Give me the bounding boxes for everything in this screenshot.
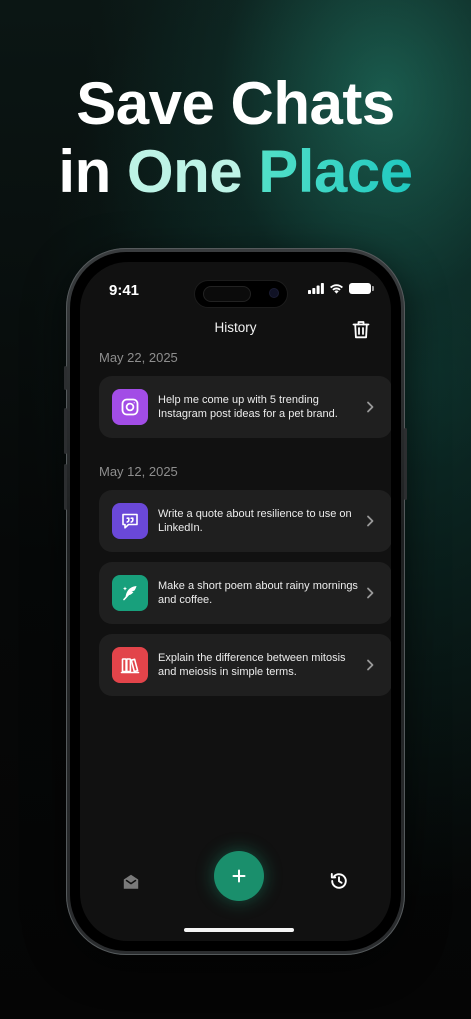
marketing-headline: Save Chats in One Place: [0, 70, 471, 206]
phone-power-button: [404, 428, 407, 500]
chevron-right-icon: [367, 401, 374, 413]
delete-history-button[interactable]: [350, 318, 372, 340]
date-group-label: May 12, 2025: [99, 464, 178, 479]
phone-volume-up: [64, 408, 67, 454]
history-icon: [330, 873, 347, 889]
phone-bezel: 9:41 History May 22, 2025 Help me come u…: [70, 252, 401, 951]
headline-word-one: One: [126, 138, 243, 205]
chat-item-text: Write a quote about resilience to use on…: [158, 508, 352, 534]
phone-screen: 9:41 History May 22, 2025 Help me come u…: [80, 262, 391, 941]
headline-line-1: Save Chats: [76, 70, 395, 137]
status-icons: [308, 283, 374, 294]
chat-item-icon-badge: [112, 389, 148, 425]
chevron-right-icon: [367, 587, 374, 599]
headline-line-2: in One Place: [0, 138, 471, 206]
quill-icon: [123, 586, 137, 601]
chat-item-icon-badge: [112, 575, 148, 611]
chat-item-icon-badge: [112, 647, 148, 683]
chat-history-item[interactable]: Explain the difference between mitosis a…: [99, 634, 391, 696]
date-group-label: May 22, 2025: [99, 350, 178, 365]
chat-item-text: Explain the difference between mitosis a…: [158, 652, 346, 678]
headline-word-in: in: [58, 138, 111, 205]
chat-item-text: Help me come up with 5 trending Instagra…: [158, 394, 338, 420]
app-header: History: [80, 314, 391, 344]
nav-inbox-button[interactable]: [122, 873, 140, 891]
new-chat-button[interactable]: [214, 851, 264, 901]
phone-mockup: 9:41 History May 22, 2025 Help me come u…: [64, 248, 407, 955]
instagram-icon: [121, 398, 139, 416]
page-title: History: [214, 320, 257, 335]
trash-icon: [352, 320, 370, 338]
status-bar: 9:41: [80, 262, 391, 308]
home-indicator[interactable]: [184, 928, 294, 932]
battery-icon: [349, 283, 374, 294]
chat-item-text: Make a short poem about rainy mornings a…: [158, 580, 358, 606]
plus-icon: [232, 869, 246, 883]
inbox-icon: [123, 874, 139, 889]
chat-history-item[interactable]: Help me come up with 5 trending Instagra…: [99, 376, 391, 438]
chat-item-icon-badge: [112, 503, 148, 539]
books-icon: [120, 658, 140, 674]
front-camera: [270, 289, 278, 297]
dynamic-island: [194, 280, 288, 308]
chevron-right-icon: [367, 659, 374, 671]
cellular-signal-icon: [308, 283, 324, 294]
phone-volume-down: [64, 464, 67, 510]
nav-history-button[interactable]: [329, 871, 349, 891]
chat-history-item[interactable]: Make a short poem about rainy mornings a…: [99, 562, 391, 624]
status-time: 9:41: [109, 282, 140, 299]
island-sensor: [203, 286, 251, 302]
quote-icon: [122, 513, 138, 529]
headline-word-place: Place: [258, 138, 413, 205]
wifi-icon: [330, 284, 343, 294]
phone-side-button: [64, 366, 67, 390]
chat-history-item[interactable]: Write a quote about resilience to use on…: [99, 490, 391, 552]
chevron-right-icon: [367, 515, 374, 527]
bottom-navigation: [80, 851, 391, 941]
